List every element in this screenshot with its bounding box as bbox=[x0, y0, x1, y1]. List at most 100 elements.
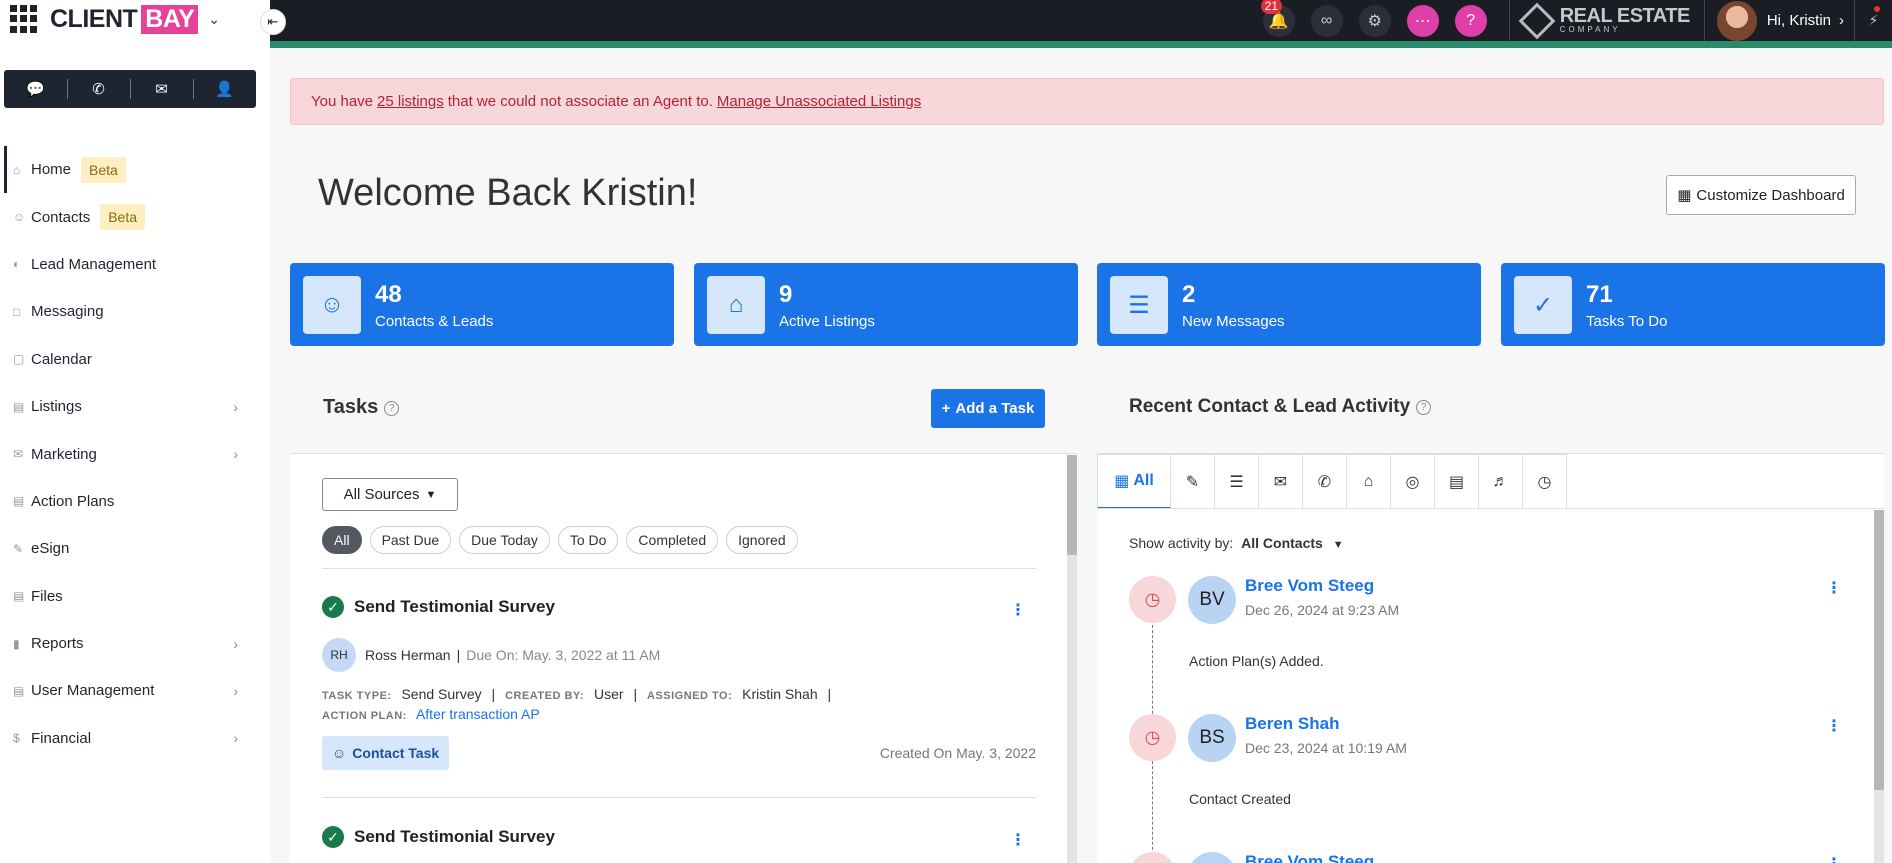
sidebar-item-lead-management[interactable]: ◐ Lead Management bbox=[0, 241, 260, 288]
sidebar-item-label: Calendar bbox=[31, 350, 92, 368]
company-logo-mark bbox=[1518, 2, 1556, 39]
chevron-down-icon[interactable]: ⌄ bbox=[208, 11, 220, 28]
task-type: Send Survey bbox=[401, 686, 482, 702]
stat-card-contacts[interactable]: ☺ 48 Contacts & Leads bbox=[290, 263, 674, 346]
task-title[interactable]: Send Testimonial Survey bbox=[354, 827, 555, 847]
bell-icon[interactable]: ♬ bbox=[1479, 454, 1523, 509]
filter-all[interactable]: All bbox=[322, 526, 362, 554]
filter-ignored[interactable]: Ignored bbox=[726, 526, 798, 554]
activity-scrollbar-thumb[interactable] bbox=[1874, 510, 1884, 790]
contact-task-tag[interactable]: ☺ Contact Task bbox=[322, 736, 450, 770]
gear-icon[interactable]: ⚙ bbox=[1358, 4, 1391, 37]
activity-contact-link[interactable]: Beren Shah bbox=[1245, 714, 1339, 734]
sidebar-item-label: Files bbox=[31, 587, 63, 605]
stat-card-messages[interactable]: ☰ 2 New Messages bbox=[1097, 263, 1481, 346]
task-contact-name[interactable]: Ross Herman bbox=[365, 647, 451, 663]
sidebar-item-messaging[interactable]: □ Messaging bbox=[0, 288, 260, 335]
activity-contact-link[interactable]: Bree Vom Steeg bbox=[1245, 576, 1374, 596]
sidebar-nav: ⌂ Home Beta ☺ Contacts Beta ◐ Lead Manag… bbox=[0, 146, 260, 762]
chat-icon[interactable]: ☰ bbox=[1215, 454, 1259, 509]
bell-icon[interactable]: 🔔 21 bbox=[1260, 0, 1295, 37]
phone-icon[interactable]: ✆ bbox=[67, 70, 130, 108]
sidebar-item-listings[interactable]: ▤ Listings › bbox=[0, 383, 260, 430]
chat-support-icon[interactable]: ⋯ bbox=[1406, 4, 1439, 37]
stat-card-listings[interactable]: ⌂ 9 Active Listings bbox=[694, 263, 1078, 346]
house-icon[interactable]: ⌂ bbox=[1347, 454, 1391, 509]
manage-unassociated-listings-link[interactable]: Manage Unassociated Listings bbox=[717, 93, 921, 110]
sidebar-item-esign[interactable]: ✎ eSign bbox=[0, 525, 260, 572]
task-title[interactable]: Send Testimonial Survey bbox=[354, 597, 555, 617]
brand[interactable]: CLIENT BAY ⌄ bbox=[10, 4, 220, 34]
stat-value: 9 bbox=[779, 281, 793, 308]
task-item[interactable]: ✓ Send Testimonial Survey ⋮ RH Ross Herm… bbox=[322, 596, 1036, 770]
sidebar-item-user-management[interactable]: ▤ User Management › bbox=[0, 667, 260, 714]
mail-icon[interactable]: ✉ bbox=[1259, 454, 1303, 509]
check-icon[interactable]: ✓ bbox=[322, 826, 344, 848]
sidebar-item-action-plans[interactable]: ▤ Action Plans bbox=[0, 478, 260, 525]
sidebar-item-files[interactable]: ▤ Files bbox=[0, 573, 260, 620]
show-by-dropdown[interactable]: All Contacts bbox=[1241, 535, 1323, 551]
apps-grid-icon[interactable] bbox=[10, 5, 38, 33]
filter-past-due[interactable]: Past Due bbox=[369, 526, 452, 554]
alert-dot bbox=[1874, 6, 1880, 12]
note-icon[interactable]: ✎ bbox=[1171, 454, 1215, 509]
stat-value: 2 bbox=[1182, 281, 1196, 308]
bar-chart-icon: ▮ bbox=[13, 636, 20, 651]
task-item[interactable]: ✓ Send Testimonial Survey ⋮ bbox=[322, 826, 1036, 850]
add-contact-icon[interactable]: 👤 bbox=[193, 70, 256, 108]
help-icon[interactable]: ? bbox=[1454, 4, 1487, 37]
sidebar-item-label: Action Plans bbox=[31, 492, 115, 510]
filter-completed[interactable]: Completed bbox=[626, 526, 719, 554]
house-icon: ⌂ bbox=[707, 276, 765, 334]
stat-label: Contacts & Leads bbox=[375, 313, 494, 330]
help-icon[interactable]: ? bbox=[1416, 400, 1432, 415]
user-menu[interactable]: Hi, Kristin › bbox=[1703, 0, 1844, 41]
lightning-icon[interactable]: ⚡ bbox=[1854, 0, 1892, 41]
more-options-icon[interactable]: ⋮ bbox=[1010, 830, 1026, 850]
collapse-sidebar-icon[interactable]: ⇤ bbox=[260, 9, 286, 35]
sidebar-item-financial[interactable]: $ Financial › bbox=[0, 715, 260, 762]
activity-item: ◷ BV Bree Vom Steeg Dec 26, 2024 at 9:23… bbox=[1129, 576, 1869, 676]
sidebar-item-reports[interactable]: ▮ Reports › bbox=[0, 620, 260, 667]
sidebar-item-home[interactable]: ⌂ Home Beta bbox=[0, 146, 260, 194]
more-options-icon[interactable]: ⋮ bbox=[1826, 854, 1842, 863]
phone-icon[interactable]: ✆ bbox=[1303, 454, 1347, 509]
filter-to-do[interactable]: To Do bbox=[557, 526, 619, 554]
tab-all-label: All bbox=[1133, 472, 1154, 489]
tab-all[interactable]: ▦ All bbox=[1097, 454, 1171, 509]
check-icon[interactable]: ✓ bbox=[322, 596, 344, 618]
more-options-icon[interactable]: ⋮ bbox=[1826, 716, 1842, 736]
sidebar-item-label: Marketing bbox=[31, 445, 97, 463]
sidebar-item-contacts[interactable]: ☺ Contacts Beta bbox=[0, 193, 260, 240]
sidebar-item-marketing[interactable]: ✉ Marketing › bbox=[0, 430, 260, 477]
add-task-button[interactable]: + Add a Task bbox=[931, 389, 1045, 428]
filter-due-today[interactable]: Due Today bbox=[459, 526, 550, 554]
customize-dashboard-button[interactable]: ▦ Customize Dashboard bbox=[1666, 175, 1856, 215]
people-icon: ☺ bbox=[332, 745, 347, 761]
sidebar-item-calendar[interactable]: ▢ Calendar bbox=[0, 336, 260, 383]
sources-dropdown[interactable]: All Sources ▼ bbox=[322, 478, 458, 511]
chevron-right-icon: › bbox=[1839, 12, 1844, 29]
recent-activity-heading: Recent Contact & Lead Activity? bbox=[1129, 396, 1432, 418]
clock-icon[interactable]: ◷ bbox=[1523, 454, 1567, 509]
assigned-to: Kristin Shah bbox=[742, 686, 818, 702]
alert-middle: that we could not associate an Agent to. bbox=[447, 93, 713, 110]
page-title: Welcome Back Kristin! bbox=[318, 172, 698, 214]
more-options-icon[interactable]: ⋮ bbox=[1010, 600, 1026, 620]
action-plan-link[interactable]: After transaction AP bbox=[416, 706, 540, 722]
link-icon[interactable]: ∞ bbox=[1310, 4, 1343, 37]
globe-icon[interactable]: ◎ bbox=[1391, 454, 1435, 509]
mail-icon[interactable]: ✉ bbox=[130, 70, 193, 108]
sidebar-item-label: Listings bbox=[31, 398, 82, 416]
stat-card-tasks[interactable]: ✓ 71 Tasks To Do bbox=[1501, 263, 1885, 346]
chat-icon[interactable]: 💬 bbox=[4, 70, 67, 108]
activity-contact-link[interactable]: Bree Vom Steeg bbox=[1245, 852, 1374, 863]
tasks-scrollbar-thumb[interactable] bbox=[1067, 455, 1077, 555]
listings-count-link[interactable]: 25 listings bbox=[377, 93, 444, 110]
help-icon[interactable]: ? bbox=[384, 401, 400, 416]
add-task-label: Add a Task bbox=[955, 400, 1035, 417]
caret-down-icon[interactable]: ▼ bbox=[1333, 539, 1344, 551]
alert-prefix: You have bbox=[311, 93, 374, 110]
more-options-icon[interactable]: ⋮ bbox=[1826, 578, 1842, 598]
document-icon[interactable]: ▤ bbox=[1435, 454, 1479, 509]
